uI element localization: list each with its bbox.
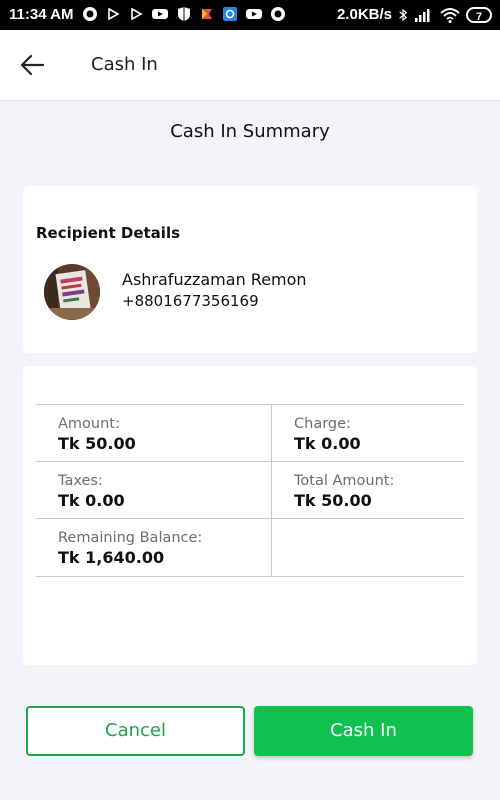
page-title: Cash In bbox=[91, 54, 158, 75]
back-button[interactable] bbox=[18, 50, 48, 80]
details-row: Taxes: Tk 0.00 Total Amount: Tk 50.00 bbox=[36, 462, 464, 519]
amount-value: Tk 50.00 bbox=[58, 434, 136, 453]
arrow-left-icon bbox=[20, 54, 45, 76]
total-amount-label: Total Amount: bbox=[294, 473, 395, 489]
details-row: Amount: Tk 50.00 Charge: Tk 0.00 bbox=[36, 405, 464, 462]
cash-in-button[interactable]: Cash In bbox=[254, 706, 473, 756]
play-store-icon bbox=[131, 7, 143, 21]
recipient-heading: Recipient Details bbox=[36, 224, 181, 242]
empty-cell bbox=[271, 519, 464, 576]
taxes-cell: Taxes: Tk 0.00 bbox=[36, 462, 271, 518]
total-amount-cell: Total Amount: Tk 50.00 bbox=[271, 462, 464, 518]
avatar bbox=[44, 264, 100, 320]
amount-label: Amount: bbox=[58, 416, 120, 432]
amount-cell: Amount: Tk 50.00 bbox=[36, 405, 271, 461]
cancel-button[interactable]: Cancel bbox=[26, 706, 245, 756]
record-icon bbox=[271, 7, 285, 21]
status-bar: 11:34 AM 2.0KB/s 7 bbox=[0, 0, 500, 30]
avatar-image bbox=[44, 264, 100, 320]
details-row: Remaining Balance: Tk 1,640.00 bbox=[36, 519, 464, 577]
youtube-icon bbox=[152, 9, 168, 19]
recipient-phone: +8801677356169 bbox=[122, 292, 259, 310]
shield-icon bbox=[178, 7, 190, 21]
play-store-icon bbox=[108, 7, 120, 21]
wifi-icon bbox=[440, 7, 460, 23]
notification-icons bbox=[82, 6, 286, 22]
recipient-card: Recipient Details Ashrafuzzaman Remon +8… bbox=[23, 186, 477, 353]
ribbon-icon bbox=[202, 9, 212, 19]
app-icon bbox=[223, 7, 237, 21]
transaction-details-card: Amount: Tk 50.00 Charge: Tk 0.00 Taxes: … bbox=[23, 366, 477, 665]
details-grid: Amount: Tk 50.00 Charge: Tk 0.00 Taxes: … bbox=[36, 404, 464, 577]
system-icons: 2.0KB/s 7 bbox=[337, 6, 492, 23]
status-time: 11:34 AM bbox=[9, 6, 74, 23]
charge-value: Tk 0.00 bbox=[294, 434, 361, 453]
remaining-balance-value: Tk 1,640.00 bbox=[58, 548, 165, 567]
remaining-balance-cell: Remaining Balance: Tk 1,640.00 bbox=[36, 519, 271, 576]
charge-label: Charge: bbox=[294, 416, 351, 432]
app-bar: Cash In bbox=[0, 30, 500, 101]
signal-icon bbox=[415, 8, 430, 22]
record-icon bbox=[83, 7, 97, 21]
total-amount-value: Tk 50.00 bbox=[294, 491, 372, 510]
charge-cell: Charge: Tk 0.00 bbox=[271, 405, 464, 461]
youtube-icon bbox=[246, 9, 262, 19]
remaining-balance-label: Remaining Balance: bbox=[58, 530, 203, 546]
taxes-value: Tk 0.00 bbox=[58, 491, 125, 510]
taxes-label: Taxes: bbox=[58, 473, 103, 489]
recipient-name: Ashrafuzzaman Remon bbox=[122, 270, 307, 289]
battery-icon: 7 bbox=[466, 6, 492, 23]
bluetooth-icon bbox=[399, 8, 408, 21]
network-speed: 2.0KB/s bbox=[336, 6, 392, 23]
summary-title: Cash In Summary bbox=[170, 121, 330, 142]
